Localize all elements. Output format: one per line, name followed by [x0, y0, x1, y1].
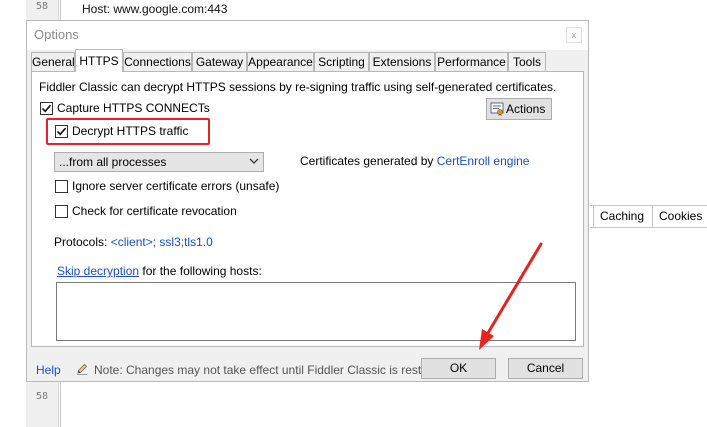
- tab-appearance[interactable]: Appearance: [247, 52, 314, 71]
- tab-caching[interactable]: Caching: [593, 206, 650, 227]
- ok-button[interactable]: OK: [421, 358, 496, 379]
- skip-hosts-textarea[interactable]: [56, 282, 576, 341]
- protocols-label: Protocols:: [54, 235, 111, 249]
- help-link[interactable]: Help: [36, 363, 61, 377]
- actions-label: Actions: [506, 102, 546, 116]
- tab-extensions[interactable]: Extensions: [369, 52, 435, 71]
- tab-cookies[interactable]: Cookies: [652, 206, 707, 227]
- cert-engine-text: Certificates generated by CertEnroll eng…: [300, 154, 529, 168]
- actions-button[interactable]: Actions: [486, 98, 552, 120]
- cancel-button[interactable]: Cancel: [508, 358, 583, 379]
- dialog-titlebar[interactable]: Options x: [27, 21, 588, 50]
- skip-decryption-link[interactable]: Skip decryption: [57, 264, 139, 278]
- process-filter-value: ...from all processes: [59, 155, 167, 169]
- dialog-title: Options: [34, 27, 79, 42]
- ignore-cert-errors-checkbox[interactable]: [55, 180, 68, 193]
- restart-note: Note: Changes may not take effect until …: [94, 363, 452, 377]
- checkmark-icon: [56, 127, 67, 136]
- checkmark-icon: [41, 104, 52, 113]
- skip-decryption-suffix: for the following hosts:: [139, 264, 262, 278]
- pencil-icon: [77, 363, 88, 375]
- options-dialog: Options x General HTTPS Connections Gate…: [26, 20, 589, 382]
- protocols-link[interactable]: <client>; ssl3;tls1.0: [111, 235, 213, 249]
- chevron-down-icon: [249, 158, 259, 164]
- line-number: 58: [35, 391, 48, 402]
- cert-engine-link[interactable]: CertEnroll engine: [437, 154, 530, 168]
- tab-gateway[interactable]: Gateway: [192, 52, 247, 71]
- line-number: 58: [35, 1, 48, 12]
- tab-https[interactable]: HTTPS: [75, 49, 123, 72]
- close-icon: x: [571, 30, 577, 40]
- capture-https-checkbox[interactable]: [40, 102, 53, 115]
- certificate-icon: [490, 102, 504, 116]
- cert-engine-prefix: Certificates generated by: [300, 154, 437, 168]
- decrypt-https-label: Decrypt HTTPS traffic: [72, 124, 189, 138]
- capture-https-label: Capture HTTPS CONNECTs: [57, 101, 210, 115]
- skip-decryption-row: Skip decryption for the following hosts:: [57, 264, 262, 278]
- https-description: Fiddler Classic can decrypt HTTPS sessio…: [39, 80, 557, 94]
- inspector-tabs: Caching Cookies: [590, 205, 707, 228]
- https-panel: Fiddler Classic can decrypt HTTPS sessio…: [31, 71, 584, 347]
- tab-performance[interactable]: Performance: [435, 52, 508, 71]
- tab-general[interactable]: General: [31, 52, 75, 71]
- tab-tools[interactable]: Tools: [508, 52, 546, 71]
- decrypt-https-checkbox[interactable]: [55, 125, 68, 138]
- close-button[interactable]: x: [566, 27, 582, 43]
- revocation-label: Check for certificate revocation: [72, 204, 237, 218]
- request-host-line: Host: www.google.com:443: [82, 2, 228, 16]
- ignore-cert-errors-label: Ignore server certificate errors (unsafe…: [72, 179, 280, 193]
- process-filter-select[interactable]: ...from all processes: [54, 152, 264, 172]
- protocols-row: Protocols: <client>; ssl3;tls1.0: [54, 235, 213, 249]
- tab-connections[interactable]: Connections: [123, 52, 192, 71]
- tab-scripting[interactable]: Scripting: [314, 52, 369, 71]
- revocation-checkbox[interactable]: [55, 205, 68, 218]
